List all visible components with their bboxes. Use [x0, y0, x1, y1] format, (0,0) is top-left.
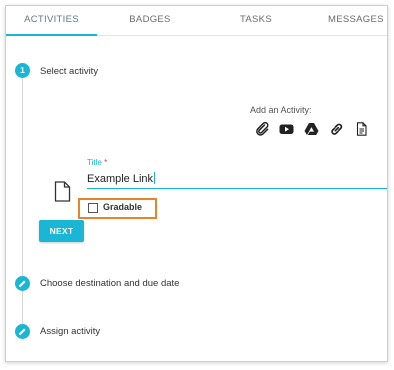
step-1-number: 1	[15, 63, 30, 78]
step-2-label[interactable]: Choose destination and due date	[40, 278, 179, 289]
add-activity-label: Add an Activity:	[250, 105, 312, 115]
title-input[interactable]: Example Link	[87, 170, 387, 189]
link-document-icon	[54, 181, 71, 202]
pencil-icon	[19, 328, 26, 335]
paperclip-icon[interactable]	[255, 121, 270, 136]
title-field-label: Title *	[87, 158, 107, 167]
active-tab-indicator	[6, 34, 97, 36]
activity-panel: ACTIVITIES BADGES TASKS MESSAGES 1 Selec…	[5, 5, 388, 362]
pencil-icon	[19, 280, 26, 287]
step-3-label[interactable]: Assign activity	[40, 326, 100, 337]
gradable-checkbox[interactable]	[88, 203, 98, 213]
tab-tasks[interactable]: TASKS	[228, 6, 284, 36]
next-button[interactable]: NEXT	[39, 220, 84, 242]
tab-badges[interactable]: BADGES	[110, 6, 190, 36]
tab-bar: ACTIVITIES BADGES TASKS MESSAGES	[6, 6, 387, 36]
tab-messages[interactable]: MESSAGES	[328, 6, 387, 36]
google-drive-icon[interactable]	[304, 122, 319, 136]
stepper-line	[22, 76, 23, 336]
required-mark: *	[104, 158, 108, 167]
title-input-value: Example Link	[87, 173, 154, 185]
tab-activities[interactable]: ACTIVITIES	[6, 6, 97, 36]
title-label-text: Title	[87, 158, 102, 167]
youtube-icon[interactable]	[279, 122, 294, 136]
step-3-icon	[15, 324, 30, 339]
link-icon[interactable]	[329, 122, 344, 136]
step-1-label[interactable]: Select activity	[40, 66, 98, 77]
gradable-label[interactable]: Gradable	[103, 202, 142, 212]
text-caret	[154, 172, 156, 184]
step-2-icon	[15, 276, 30, 291]
document-icon[interactable]	[354, 122, 369, 136]
